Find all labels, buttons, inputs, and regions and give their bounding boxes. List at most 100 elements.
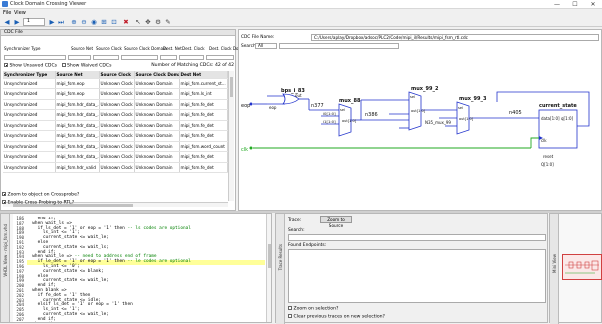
mux992-sel-label: sel bbox=[410, 95, 415, 99]
settings-icon[interactable]: ⚙ bbox=[154, 18, 162, 26]
trace-search-label: Search: bbox=[288, 228, 305, 233]
zoom-selection-checkbox[interactable] bbox=[288, 306, 292, 310]
cdc-table: Synchronizer Type Source Net Source Cloc… bbox=[3, 71, 228, 173]
vhdl-side-tab-label: VHDL View - mipi_fsm.vhd bbox=[3, 224, 8, 277]
reg-dout-label: Q[1:0] bbox=[541, 162, 554, 167]
zoom-area-icon[interactable]: ⊞ bbox=[100, 18, 108, 26]
cdc-table-scrollbar[interactable] bbox=[228, 71, 234, 201]
filter-source-net[interactable] bbox=[68, 55, 91, 60]
select-icon[interactable]: ↖ bbox=[134, 18, 142, 26]
filter-header-source-clock: Source Clock bbox=[96, 46, 122, 51]
clear-traces-checkbox[interactable] bbox=[288, 314, 292, 318]
table-row[interactable]: Unsynchronizedmipi_fsm.hdr_data_...Unkno… bbox=[3, 120, 227, 131]
table-row[interactable]: Unsynchronizedmipi_fsm.hdr_data_...Unkno… bbox=[3, 141, 227, 152]
current-state-label: current_state bbox=[539, 103, 577, 109]
enable-crossprobe-checkbox[interactable] bbox=[2, 200, 6, 204]
port-eop-label: eop bbox=[241, 103, 250, 109]
col-header[interactable]: Synchronizer Type bbox=[3, 71, 55, 78]
table-cell: Unknown Domain bbox=[134, 120, 179, 131]
table-cell: mipi_fsm.hdr_data_... bbox=[55, 110, 99, 121]
filter-sync-type[interactable] bbox=[4, 55, 66, 60]
table-row[interactable]: Unsynchronizedmipi_fsm.hdr_data_...Unkno… bbox=[3, 99, 227, 110]
clear-traces-label: Clear previous traces on new selection? bbox=[293, 315, 385, 320]
reg-q-label: q[1:0] bbox=[561, 116, 574, 121]
table-cell: Unknown Domain bbox=[134, 131, 179, 142]
filter-source-clock[interactable] bbox=[93, 55, 119, 60]
app-icon bbox=[2, 1, 8, 7]
filter-dest-clock[interactable] bbox=[179, 55, 204, 60]
code-scrollbar-thumb[interactable] bbox=[268, 244, 271, 268]
filter-dest-domain[interactable] bbox=[206, 55, 234, 60]
col-header[interactable]: Dest Net bbox=[179, 71, 227, 78]
menu-file[interactable]: File bbox=[3, 10, 11, 16]
net-n405-label: n405 bbox=[509, 110, 522, 116]
schematic-canvas[interactable]: eop clk bps_i_83 out eop n377 mux_88 sel… bbox=[239, 52, 601, 210]
schematic-search-input[interactable] bbox=[279, 43, 399, 49]
mini-view-viewport[interactable] bbox=[562, 254, 602, 280]
table-row[interactable]: Unsynchronizedmipi_fsm.hdr_data_...Unkno… bbox=[3, 152, 227, 163]
vhdl-side-tab[interactable]: VHDL View - mipi_fsm.vhd bbox=[1, 214, 10, 323]
table-cell: Unknown Clock bbox=[99, 141, 134, 152]
col-header[interactable]: Source Clock bbox=[99, 71, 134, 78]
minimize-button[interactable]: — bbox=[548, 0, 566, 9]
scrollbar-thumb[interactable] bbox=[230, 77, 233, 97]
mux88-sel-label: sel bbox=[340, 108, 345, 112]
matching-count: Number of Matching CDCs: 42 of 42 bbox=[151, 63, 234, 68]
zoom-selection-icon[interactable]: ⊡ bbox=[110, 18, 118, 26]
highlight-icon[interactable]: ✎ bbox=[164, 18, 172, 26]
mux88-label: mux_88 bbox=[339, 98, 361, 104]
show-unsaved-checkbox[interactable] bbox=[4, 63, 8, 67]
filter-source-domain[interactable] bbox=[121, 55, 158, 60]
zoom-crossprobe-checkbox[interactable] bbox=[2, 192, 6, 196]
menu-view[interactable]: View bbox=[14, 10, 26, 16]
page-number-input[interactable]: 1 bbox=[23, 18, 45, 26]
table-row[interactable]: Unsynchronizedmipi_fsm.eopUnknown ClockU… bbox=[3, 78, 227, 89]
table-cell: Unsynchronized bbox=[3, 78, 55, 89]
pan-icon[interactable]: ✥ bbox=[144, 18, 152, 26]
zoom-out-icon[interactable]: ⊖ bbox=[80, 18, 88, 26]
table-row[interactable]: Unsynchronizedmipi_fsm.hdr_validUnknown … bbox=[3, 162, 227, 173]
schematic-search-scope[interactable]: All bbox=[255, 43, 277, 49]
table-cell: Unknown Domain bbox=[134, 110, 179, 121]
trace-side-tab[interactable]: Trace Results bbox=[276, 214, 285, 324]
table-row[interactable]: Unsynchronizedmipi_fsm.hdr_data_...Unkno… bbox=[3, 110, 227, 121]
table-cell: Unknown Domain bbox=[134, 162, 179, 173]
show-waived-checkbox[interactable] bbox=[62, 63, 66, 67]
cdc-file-path-input[interactable]: C:/Users/aplay/Dropbox/adsoc/PLC2/Code/m… bbox=[311, 34, 599, 41]
table-cell: Unknown Domain bbox=[134, 89, 179, 100]
mux88-i0-label: i0[1:0] bbox=[323, 111, 336, 116]
table-cell: Unsynchronized bbox=[3, 120, 55, 131]
found-endpoints-list[interactable] bbox=[288, 249, 546, 303]
zoom-to-source-button[interactable]: Zoom to Source bbox=[320, 216, 352, 223]
schematic-panel: CDC File Name: C:/Users/aplay/Dropbox/ad… bbox=[238, 29, 602, 211]
col-header[interactable]: Source Clock Domain bbox=[134, 71, 179, 78]
code-scrollbar[interactable] bbox=[266, 214, 272, 323]
zoom-fit-icon[interactable]: ◉ bbox=[90, 18, 98, 26]
filter-dest-net[interactable] bbox=[160, 55, 177, 60]
last-page-icon[interactable]: ⏭ bbox=[57, 18, 65, 26]
table-row[interactable]: Unsynchronizedmipi_fsm.hdr_data_...Unkno… bbox=[3, 131, 227, 142]
mini-side-tab[interactable]: Mini View bbox=[550, 214, 559, 324]
filter-header-source-domain: Source Clock Domain bbox=[124, 46, 167, 51]
next-page-icon[interactable]: ▶ bbox=[48, 18, 56, 26]
col-header[interactable]: Source Net bbox=[55, 71, 99, 78]
cdc-options-row: Show Unsaved CDCs Show Waived CDCs Numbe… bbox=[4, 63, 234, 69]
trace-panel: Trace Results Trace: Zoom to Source Sear… bbox=[275, 213, 548, 323]
back-icon[interactable]: ◀ bbox=[3, 18, 11, 26]
delete-icon[interactable]: ✖ bbox=[122, 18, 130, 26]
table-cell: mipi_fsm.hdr_data_... bbox=[55, 152, 99, 163]
table-row[interactable]: Unsynchronizedmipi_fsm.eopUnknown ClockU… bbox=[3, 89, 227, 100]
table-cell: mipi_fsm.fe_det bbox=[179, 162, 227, 173]
maximize-button[interactable]: ☐ bbox=[566, 0, 584, 9]
forward-icon[interactable]: ▶ bbox=[13, 18, 21, 26]
trace-search-input[interactable] bbox=[288, 234, 546, 241]
table-cell: mipi_fsm.fe_det bbox=[179, 131, 227, 142]
port-clk-label: clk bbox=[241, 147, 248, 153]
vhdl-code[interactable]: end if; when wait_ls => if ls_det = '1' … bbox=[27, 217, 265, 323]
table-header-row: Synchronizer Type Source Net Source Cloc… bbox=[3, 71, 227, 78]
line-numbers: 1861871881891901911921931941951961971981… bbox=[13, 217, 24, 323]
table-cell: Unknown Clock bbox=[99, 152, 134, 163]
close-button[interactable]: ✕ bbox=[584, 0, 602, 9]
zoom-in-icon[interactable]: ⊕ bbox=[70, 18, 78, 26]
mini-side-tab-label: Mini View bbox=[552, 254, 557, 273]
